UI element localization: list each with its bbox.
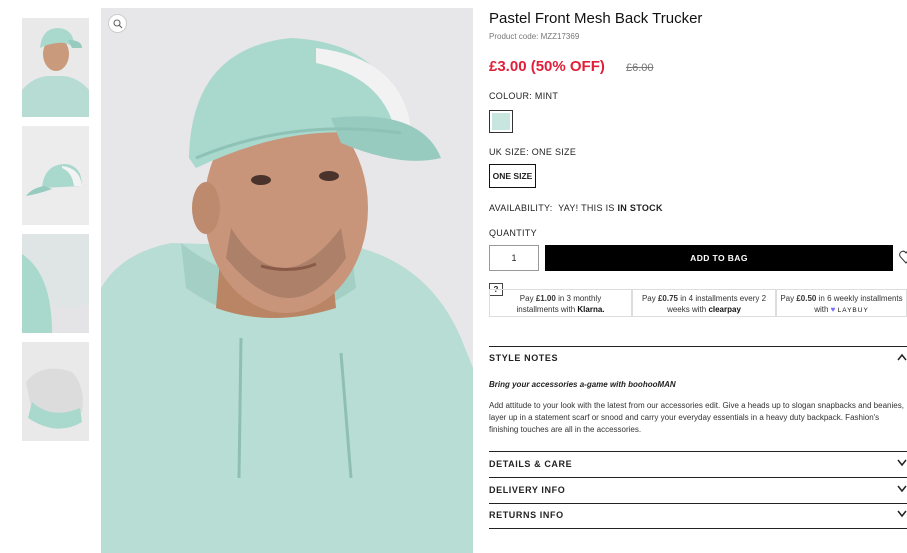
size-label-row: UK SIZE: ONE SIZE [489, 147, 576, 157]
style-notes-heading: STYLE NOTES [489, 353, 559, 363]
returns-info-heading: RETURNS INFO [489, 510, 564, 520]
laybuy-line1: Pay £0.50 in 6 weekly installments [780, 294, 903, 303]
stock-status: IN STOCK [617, 203, 663, 213]
availability-row: AVAILABILITY: YAY! THIS IS IN STOCK [489, 203, 663, 213]
sale-price: £3.00 (50% OFF) [489, 58, 605, 75]
delivery-info-heading: DELIVERY INFO [489, 485, 566, 495]
klarna-line1: Pay £1.00 in 3 monthly [519, 294, 602, 303]
thumbnail-cap-side[interactable] [22, 126, 89, 225]
product-title: Pastel Front Mesh Back Trucker [489, 10, 703, 27]
thumbnail-model-front[interactable] [22, 18, 89, 117]
colour-swatch-mint[interactable] [489, 110, 513, 133]
laybuy-line2: with ♥ LAYBUY [814, 305, 869, 314]
original-price: £6.00 [626, 62, 654, 74]
clearpay-logo: clearpay [708, 305, 741, 314]
style-notes-body: Add attitude to your look with the lates… [489, 401, 904, 434]
colour-value: MINT [534, 91, 559, 101]
colour-label-row: COLOUR: MINT [489, 91, 558, 101]
add-to-bag-button[interactable]: ADD TO BAG [545, 245, 893, 271]
size-label: UK SIZE: [489, 147, 529, 157]
chevron-down-icon [897, 510, 907, 518]
divider [489, 346, 907, 347]
model-photo [101, 8, 473, 553]
size-value: ONE SIZE [531, 147, 577, 157]
clearpay-line2: weeks with clearpay [667, 305, 741, 314]
payment-option-laybuy[interactable]: Pay £0.50 in 6 weekly installments with … [776, 289, 907, 317]
availability-label: AVAILABILITY: [489, 203, 553, 213]
zoom-icon[interactable] [108, 14, 127, 33]
laybuy-heart-icon: ♥ [830, 305, 836, 314]
klarna-logo: Klarna. [577, 305, 605, 314]
swatch-fill [492, 113, 510, 130]
klarna-line2: installments with Klarna. [516, 305, 605, 314]
laybuy-logo: LAYBUY [837, 307, 869, 314]
details-care-heading: DETAILS & CARE [489, 459, 573, 469]
payment-option-klarna[interactable]: Pay £1.00 in 3 monthly installments with… [489, 289, 632, 317]
thumbnail-cap-back[interactable] [22, 234, 89, 333]
divider [489, 451, 907, 452]
style-notes-subtitle: Bring your accessories a-game with booho… [489, 380, 676, 389]
quantity-label: QUANTITY [489, 228, 537, 238]
quantity-input[interactable]: 1 [489, 245, 539, 271]
main-product-image [101, 8, 473, 553]
chevron-down-icon [897, 459, 907, 467]
payment-option-clearpay[interactable]: Pay £0.75 in 4 installments every 2 week… [632, 289, 776, 317]
divider [489, 528, 907, 529]
clearpay-line1: Pay £0.75 in 4 installments every 2 [641, 294, 767, 303]
thumbnail-cap-inside[interactable] [22, 342, 89, 441]
details-care-toggle[interactable]: DETAILS & CARE [489, 459, 907, 469]
style-notes-toggle[interactable]: STYLE NOTES [489, 353, 907, 363]
availability-text: YAY! THIS IS [558, 203, 615, 213]
chevron-up-icon [897, 353, 907, 361]
size-option-one-size[interactable]: ONE SIZE [489, 164, 536, 188]
divider [489, 477, 907, 478]
colour-label: COLOUR: [489, 91, 533, 101]
returns-info-toggle[interactable]: RETURNS INFO [489, 510, 907, 520]
product-code: Product code: MZZ17369 [489, 32, 580, 41]
wishlist-heart-icon[interactable] [899, 249, 907, 265]
divider [489, 503, 907, 504]
chevron-down-icon [897, 485, 907, 493]
thumbnail-gallery [22, 18, 89, 450]
delivery-info-toggle[interactable]: DELIVERY INFO [489, 485, 907, 495]
